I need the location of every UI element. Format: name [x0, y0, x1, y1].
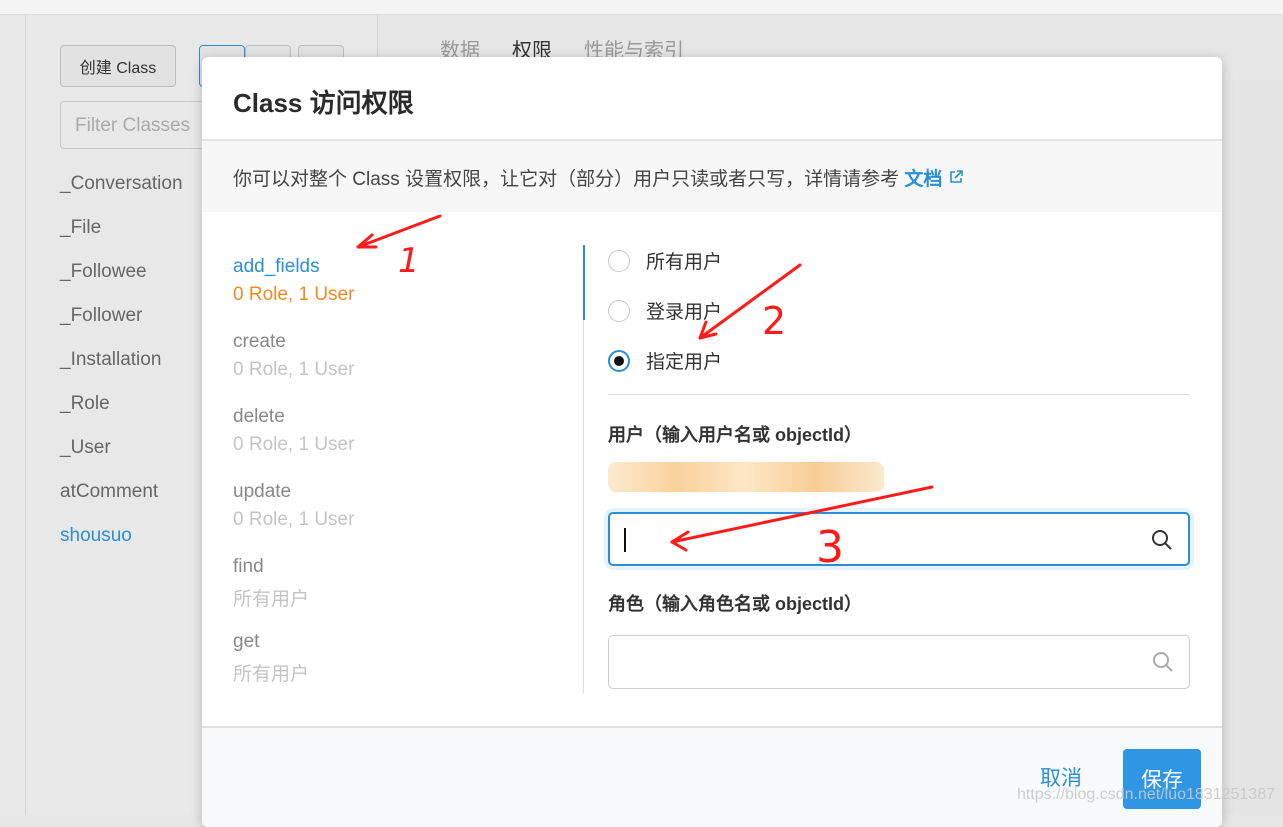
perm-get[interactable]: get 所有用户: [233, 631, 309, 686]
background-panel: [1222, 80, 1283, 815]
radio-logged-in-users[interactable]: 登录用户: [608, 297, 722, 324]
dialog-title: Class 访问权限: [202, 57, 1222, 141]
class-item[interactable]: _File: [60, 217, 101, 239]
user-label: 用户（输入用户名或 objectId）: [608, 425, 863, 445]
class-item-active[interactable]: shousuo: [60, 525, 132, 547]
active-indicator: [583, 245, 585, 320]
create-class-button[interactable]: 创建 Class: [60, 45, 176, 87]
class-item[interactable]: _Installation: [60, 349, 161, 371]
class-item[interactable]: _Role: [60, 393, 110, 415]
radio-specified-users[interactable]: 指定用户: [608, 347, 722, 374]
divider: [608, 394, 1190, 395]
user-search-input[interactable]: [608, 512, 1190, 566]
class-item[interactable]: _Followee: [60, 261, 147, 283]
perm-delete[interactable]: delete 0 Role, 1 User: [233, 406, 354, 456]
radio-all-users[interactable]: 所有用户: [608, 247, 722, 274]
role-label: 角色（输入角色名或 objectId）: [608, 594, 863, 614]
class-item[interactable]: _User: [60, 437, 111, 459]
class-item[interactable]: atComment: [60, 481, 158, 503]
dialog-description: 你可以对整个 Class 设置权限，让它对（部分）用户只读或者只写，详情请参考 …: [202, 141, 1222, 212]
dialog-footer: 取消 保存: [202, 726, 1222, 827]
doc-link[interactable]: 文档: [904, 169, 963, 190]
role-search-input[interactable]: [608, 635, 1190, 689]
class-permission-dialog: Class 访问权限 你可以对整个 Class 设置权限，让它对（部分）用户只读…: [202, 57, 1222, 827]
external-link-icon: [949, 170, 963, 183]
perm-update[interactable]: update 0 Role, 1 User: [233, 481, 354, 531]
class-item[interactable]: _Follower: [60, 305, 142, 327]
perm-add-fields[interactable]: add_fields 0 Role, 1 User: [233, 256, 354, 306]
perm-create[interactable]: create 0 Role, 1 User: [233, 331, 354, 381]
class-item[interactable]: _Conversation: [60, 173, 183, 195]
left-strip: [0, 15, 26, 815]
watermark: https://blog.csdn.net/luo1831251387: [1017, 786, 1275, 803]
perm-find[interactable]: find 所有用户: [233, 556, 309, 611]
search-icon[interactable]: [1150, 528, 1174, 552]
search-icon[interactable]: [1151, 650, 1175, 674]
top-bar: [0, 0, 1283, 15]
user-tag-blurred[interactable]: [608, 462, 884, 492]
